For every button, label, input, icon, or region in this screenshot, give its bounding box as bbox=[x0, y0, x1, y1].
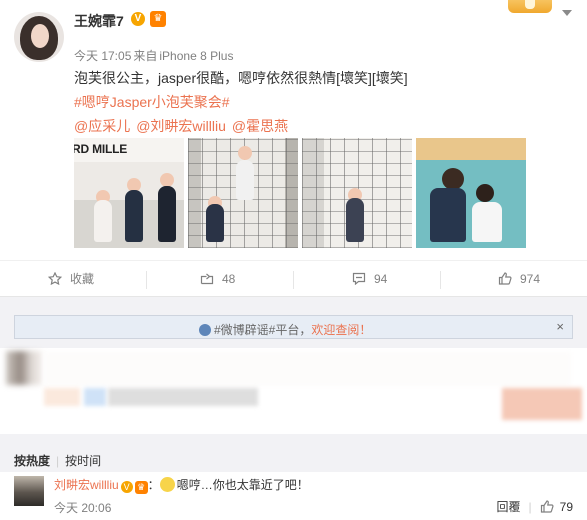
post-photo-4[interactable] bbox=[416, 138, 526, 248]
divider: | bbox=[56, 454, 60, 468]
comment-like-count: 79 bbox=[559, 500, 573, 514]
thumbs-up-icon[interactable] bbox=[540, 500, 554, 513]
photo-kid bbox=[236, 160, 254, 200]
post-photo-1[interactable]: RD MILLE bbox=[74, 138, 184, 248]
comment-actions: 回覆 | 79 bbox=[497, 498, 574, 515]
vip-crown-icon[interactable]: ♛ bbox=[150, 11, 166, 27]
topic-icon bbox=[199, 324, 211, 336]
mention-link[interactable]: @应采儿 bbox=[74, 118, 130, 134]
comment-text: 嗯哼…你也太靠近了吧！ bbox=[176, 478, 309, 492]
post-photo-2[interactable] bbox=[188, 138, 298, 248]
post-time[interactable]: 今天 17:05 bbox=[74, 49, 131, 63]
divider: | bbox=[528, 500, 532, 514]
blurred-element bbox=[44, 388, 80, 406]
reply-button[interactable]: 回覆 bbox=[497, 500, 521, 514]
photo-kid bbox=[94, 200, 112, 242]
rumor-notice-bar: #微博辟谣#平台，欢迎查阅！ × bbox=[14, 315, 573, 339]
blurred-avatar bbox=[6, 351, 42, 385]
comment-line: 刘畊宏willliu V ♛： 嗯哼…你也太靠近了吧！ bbox=[54, 476, 309, 494]
photo-kid-head bbox=[160, 173, 174, 187]
thumbs-up-icon bbox=[498, 272, 512, 285]
comment-count: 94 bbox=[374, 272, 388, 286]
comment-icon bbox=[352, 272, 366, 285]
weibo-post: 王婉霏7 V ♛ 今天 17:05 来自 iPhone 8 Plus 泡芙很公主，j… bbox=[0, 0, 587, 260]
mention-link[interactable]: @霍思燕 bbox=[232, 118, 288, 134]
photo-kid bbox=[125, 190, 143, 242]
forward-button[interactable]: 48 bbox=[200, 261, 235, 298]
photo-kid bbox=[346, 198, 364, 242]
notice-link[interactable]: 欢迎查阅！ bbox=[311, 323, 371, 337]
comment-input-box-blurred[interactable] bbox=[0, 348, 587, 434]
post-text: 泡芙很公主，jasper很酷，嗯哼依然很熱情[壞笑][壞笑] bbox=[74, 70, 408, 86]
sort-by-hot[interactable]: 按热度 bbox=[14, 454, 50, 468]
source-prefix: 来自 bbox=[133, 49, 158, 63]
forward-count: 48 bbox=[222, 272, 236, 286]
post-source[interactable]: iPhone 8 Plus bbox=[159, 49, 233, 63]
comment-area: #微博辟谣#平台，欢迎查阅！ × 按热度 | 按时间 刘畊宏willliu V ♛： 嗯哼… bbox=[0, 297, 587, 520]
user-avatar[interactable] bbox=[14, 12, 64, 62]
blurred-button bbox=[502, 388, 582, 420]
photo-kid-head bbox=[442, 168, 464, 190]
blurred-element bbox=[108, 388, 258, 406]
save-button[interactable]: 收藏 bbox=[48, 261, 94, 298]
comment-button[interactable]: 94 bbox=[352, 261, 387, 298]
photo-kid-head bbox=[238, 146, 252, 160]
like-count: 974 bbox=[520, 272, 541, 286]
comment-time: 今天 20:06 bbox=[54, 501, 112, 515]
photo-kid-head bbox=[476, 184, 494, 202]
divider bbox=[440, 271, 441, 289]
post-action-bar: 收藏 48 94 974 bbox=[0, 260, 587, 297]
photo-brand-text: RD MILLE bbox=[74, 142, 128, 156]
close-icon[interactable]: × bbox=[556, 319, 564, 334]
laugh-emoji-icon bbox=[159, 477, 175, 492]
divider bbox=[293, 271, 294, 289]
post-meta: 今天 17:05 来自 iPhone 8 Plus bbox=[74, 47, 235, 64]
comment-sort: 按热度 | 按时间 bbox=[14, 452, 101, 469]
divider bbox=[146, 271, 147, 289]
post-photo-3[interactable] bbox=[302, 138, 412, 248]
post-hashtag[interactable]: #嗯哼Jasper小泡芙聚会# bbox=[74, 92, 230, 112]
photo-kid bbox=[472, 202, 502, 242]
blurred-input bbox=[44, 352, 571, 386]
ribbon-icon bbox=[525, 0, 535, 9]
avatar-face bbox=[31, 24, 49, 48]
blurred-element bbox=[84, 388, 106, 406]
sort-by-time[interactable]: 按时间 bbox=[65, 454, 101, 468]
mention-link[interactable]: @刘畊宏willliu bbox=[136, 118, 226, 134]
photo-kid bbox=[206, 204, 224, 242]
save-label: 收藏 bbox=[70, 272, 95, 286]
like-button[interactable]: 974 bbox=[498, 261, 540, 298]
more-options-caret-icon[interactable] bbox=[562, 10, 572, 16]
vip-crown-icon[interactable]: ♛ bbox=[134, 481, 148, 494]
commenter-avatar[interactable] bbox=[14, 476, 44, 506]
commenter-name[interactable]: 刘畊宏willliu bbox=[54, 478, 119, 492]
star-icon bbox=[48, 272, 62, 285]
verified-v-badge-icon[interactable]: V bbox=[120, 481, 133, 493]
photo-kid bbox=[430, 188, 466, 242]
notice-hashtag[interactable]: #微博辟谣#平台， bbox=[214, 323, 311, 337]
comment-separator: ： bbox=[147, 478, 160, 492]
forward-icon bbox=[200, 273, 214, 285]
notice-text: #微博辟谣#平台，欢迎查阅！ bbox=[199, 321, 371, 338]
photo-kid bbox=[158, 186, 176, 242]
verified-v-badge-icon[interactable]: V bbox=[131, 12, 145, 26]
post-username[interactable]: 王婉霏7 bbox=[74, 11, 124, 31]
comment-item: 刘畊宏willliu V ♛： 嗯哼…你也太靠近了吧！ 今天 20:06 回覆 | 79 bbox=[0, 472, 587, 520]
post-mentions: @应采儿 @刘畊宏willliu @霍思燕 bbox=[74, 116, 294, 136]
